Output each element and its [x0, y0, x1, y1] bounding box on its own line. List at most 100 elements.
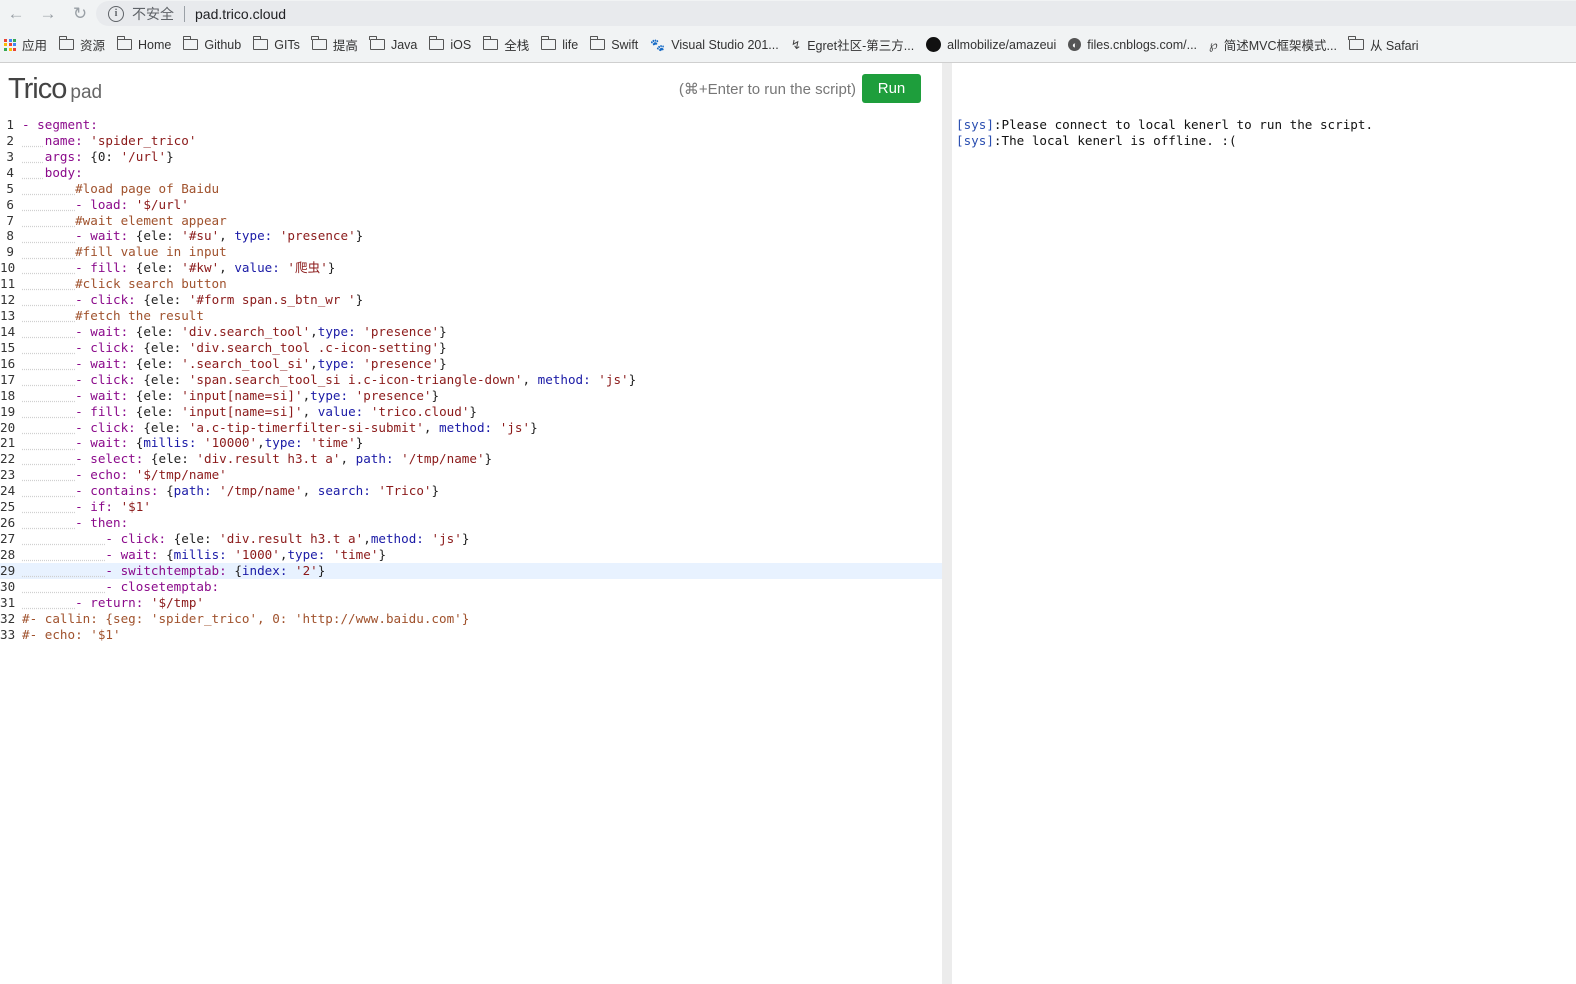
code-text: args: {0: '/url'}: [22, 149, 174, 165]
code-token: ,: [257, 435, 265, 451]
code-text: #click search button: [22, 276, 227, 292]
pane-divider[interactable]: [942, 63, 952, 984]
code-line[interactable]: 23 - echo: '$/tmp/name': [0, 467, 942, 483]
code-token: #load page of Baidu: [75, 180, 220, 196]
code-token: ,: [310, 355, 318, 371]
code-token: {: [234, 562, 242, 578]
code-line[interactable]: 19 - fill: {ele: 'input[name=si]', value…: [0, 404, 942, 420]
code-token: method:: [537, 371, 599, 387]
bookmark-item[interactable]: 全栈: [482, 35, 529, 54]
folder-icon: [540, 36, 557, 50]
code-token: {0:: [90, 148, 121, 164]
code-line[interactable]: 14 - wait: {ele: 'div.search_tool',type:…: [0, 324, 942, 340]
code-line[interactable]: 13 #fetch the result: [0, 308, 942, 324]
code-line[interactable]: 15 - click: {ele: 'div.search_tool .c-ic…: [0, 340, 942, 356]
logo-sub: pad: [70, 82, 103, 103]
code-token: - wait:: [75, 435, 136, 451]
code-line[interactable]: 3 args: {0: '/url'}: [0, 149, 942, 165]
indent-guide: [22, 260, 75, 275]
code-line[interactable]: 5 #load page of Baidu: [0, 181, 942, 197]
code-line[interactable]: 26 - then:: [0, 515, 942, 531]
code-line[interactable]: 28 - wait: {millis: '1000',type: 'time'}: [0, 547, 942, 563]
code-line[interactable]: 29 - switchtemptab: {index: '2'}: [0, 562, 942, 579]
code-token: - select:: [75, 451, 151, 467]
code-line[interactable]: 31 - return: '$/tmp': [0, 595, 942, 611]
bookmark-item[interactable]: 应用: [4, 35, 47, 54]
app-logo: Trico pad: [8, 73, 102, 106]
code-token: 'js': [431, 530, 462, 546]
run-button[interactable]: Run: [862, 74, 921, 103]
bookmark-item[interactable]: Java: [369, 36, 417, 52]
code-token: - click:: [105, 530, 174, 546]
code-line[interactable]: 1 - segment:: [0, 117, 942, 133]
code-line[interactable]: 18 - wait: {ele: 'input[name=si]',type: …: [0, 388, 942, 404]
bookmark-item[interactable]: GITs: [252, 36, 300, 52]
code-line[interactable]: 24 - contains: {path: '/tmp/name', searc…: [0, 483, 942, 499]
bookmark-item[interactable]: Home: [116, 36, 171, 52]
code-line[interactable]: 6 - load: '$/url': [0, 197, 942, 213]
bookmark-item[interactable]: Swift: [589, 36, 638, 52]
address-bar[interactable]: i 不安全 pad.trico.cloud: [96, 1, 1576, 26]
indent-guide: [22, 244, 75, 259]
code-token: 'time': [332, 546, 379, 562]
code-token: - return:: [75, 594, 151, 610]
bookmark-item[interactable]: ℘ 简述MVC框架模式...: [1209, 35, 1337, 54]
bookmark-item[interactable]: 从 Safari: [1348, 35, 1419, 54]
cat-icon: ℘: [1209, 38, 1218, 52]
code-line[interactable]: 32 #- callin: {seg: 'spider_trico', 0: 'h…: [0, 611, 942, 627]
code-text: - switchtemptab: {index: '2'}: [22, 563, 325, 579]
code-editor[interactable]: 1- segment: 2 name: 'spider_trico' 3 args:…: [0, 117, 942, 642]
code-line[interactable]: 17 - click: {ele: 'span.search_tool_si i…: [0, 372, 942, 388]
code-line[interactable]: 11 #click search button: [0, 276, 942, 292]
paw-icon: 🐾: [650, 37, 666, 52]
code-line[interactable]: 2 name: 'spider_trico': [0, 133, 942, 149]
forward-icon[interactable]: →: [32, 0, 64, 27]
line-number: 11: [0, 276, 16, 292]
code-line[interactable]: 21 - wait: {millis: '10000',type: 'time'…: [0, 435, 942, 451]
code-line[interactable]: 9 #fill value in input: [0, 244, 942, 260]
code-line[interactable]: 22 - select: {ele: 'div.result h3.t a', …: [0, 451, 942, 467]
github-icon: [926, 37, 942, 52]
console-tag: [sys]: [956, 117, 994, 132]
code-line[interactable]: 16 - wait: {ele: '.search_tool_si',type:…: [0, 356, 942, 372]
bookmark-item[interactable]: ◐ files.cnblogs.com/...: [1068, 38, 1197, 52]
code-line[interactable]: 33 #- echo: '$1': [0, 627, 942, 643]
code-token: 'trico.cloud': [370, 403, 470, 419]
code-line[interactable]: 25 - if: '$1': [0, 499, 942, 515]
code-token: '$/url': [135, 196, 189, 212]
code-line[interactable]: 7 #wait element appear: [0, 213, 942, 229]
code-token: }: [317, 562, 326, 578]
bookmark-item[interactable]: Github: [182, 36, 241, 52]
bookmark-item[interactable]: 提高: [311, 35, 358, 54]
bookmark-item[interactable]: 资源: [58, 35, 105, 54]
code-token: '/tmp/name': [219, 483, 303, 499]
code-token: {: [166, 546, 174, 562]
code-text: - contains: {path: '/tmp/name', search: …: [22, 483, 439, 499]
code-line[interactable]: 10 - fill: {ele: '#kw', value: '爬虫'}: [0, 260, 942, 276]
code-token: '爬虫': [287, 260, 328, 276]
reload-icon[interactable]: ↻: [64, 0, 96, 27]
bookmark-item[interactable]: iOS: [428, 36, 471, 52]
bookmark-item[interactable]: 🐾 Visual Studio 201...: [650, 38, 778, 52]
url-text[interactable]: pad.trico.cloud: [195, 6, 286, 22]
code-line[interactable]: 4 body:: [0, 165, 942, 181]
code-line[interactable]: 30 - closetemptab:: [0, 579, 942, 595]
code-text: body:: [22, 165, 83, 181]
code-line[interactable]: 27 - click: {ele: 'div.result h3.t a',me…: [0, 531, 942, 547]
info-icon[interactable]: i: [108, 5, 124, 22]
bookmark-item[interactable]: life: [540, 36, 578, 52]
back-icon[interactable]: ←: [0, 0, 32, 27]
code-line[interactable]: 12 - click: {ele: '#form span.s_btn_wr '…: [0, 292, 942, 308]
code-token: - fill:: [75, 260, 136, 276]
code-token: }: [469, 403, 477, 419]
code-token: '/tmp/name': [401, 451, 485, 467]
code-line[interactable]: 20 - click: {ele: 'a.c-tip-timerfilter-s…: [0, 420, 942, 436]
code-line[interactable]: 8 - wait: {ele: '#su', type: 'presence'}: [0, 228, 942, 244]
code-token: - wait:: [75, 355, 136, 371]
console-output: [sys]:Please connect to local kenerl to …: [956, 117, 1373, 149]
code-text: - click: {ele: 'span.search_tool_si i.c-…: [22, 372, 636, 388]
bookmark-item[interactable]: ↯ Egret社区-第三方...: [791, 35, 914, 54]
indent-guide: [22, 451, 75, 466]
bookmark-item[interactable]: allmobilize/amazeui: [926, 37, 1056, 52]
code-token: search:: [317, 483, 379, 499]
